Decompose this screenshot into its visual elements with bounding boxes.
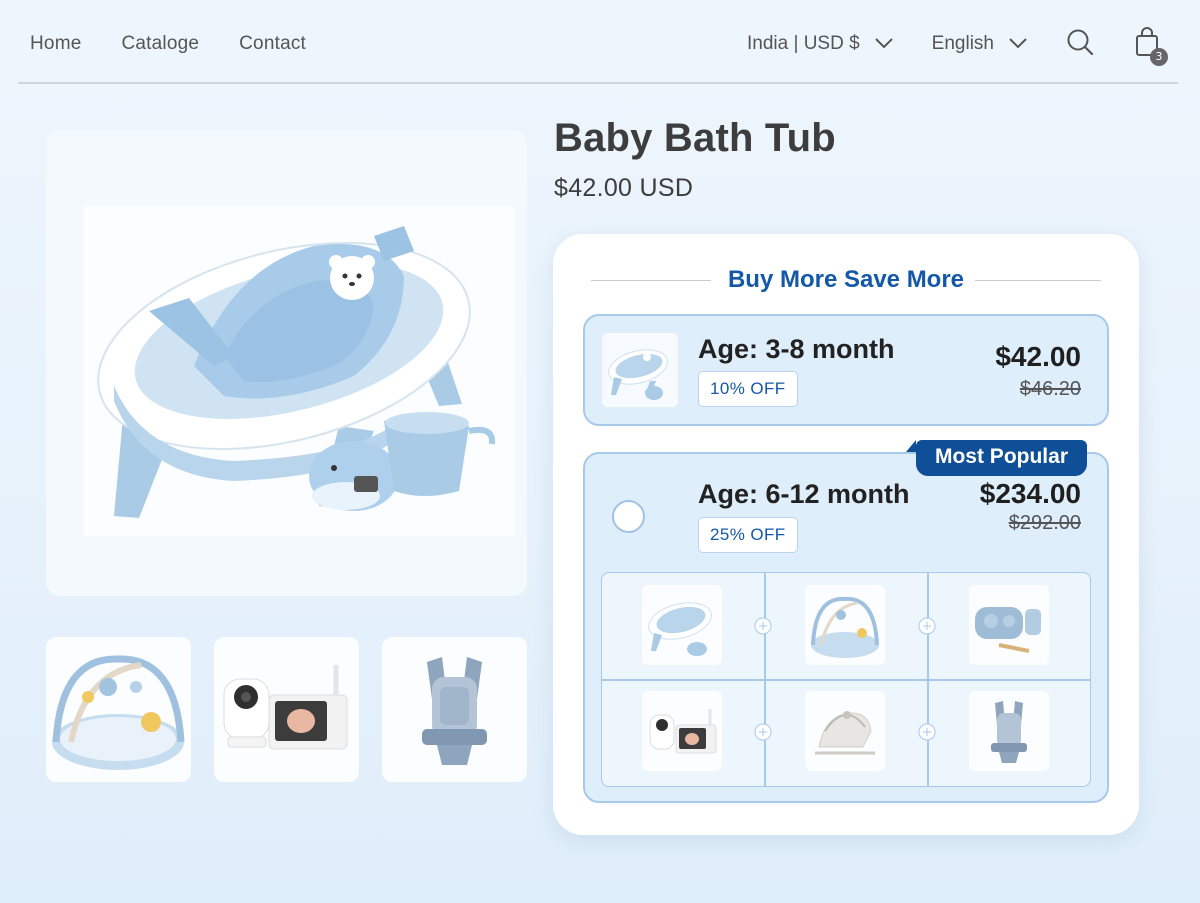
option-label: Age: 3-8 month [698, 334, 895, 364]
thumbnail-baby-carrier[interactable] [382, 637, 527, 782]
baby-bath-tub-image [84, 206, 514, 536]
thumbnail-baby-monitor[interactable] [214, 637, 359, 782]
option-label: Age: 6-12 month [698, 479, 910, 509]
option-original-price: $292.00 [1008, 512, 1081, 534]
language-selector[interactable]: English [932, 33, 1028, 55]
site-header: Home Cataloge Contact India | USD $ Engl… [18, 0, 1178, 84]
option-radio[interactable] [612, 500, 645, 533]
plus-icon [754, 617, 772, 635]
nav-contact-link[interactable]: Contact [239, 33, 306, 55]
bundle-item-bouncer [805, 691, 885, 771]
cart-button[interactable]: 3 [1134, 26, 1168, 66]
discount-badge: 10% OFF [698, 371, 798, 407]
option-price: $234.00 [979, 478, 1081, 509]
chevron-down-icon [1008, 33, 1028, 55]
plus-icon [754, 723, 772, 741]
product-main-image[interactable] [46, 130, 527, 596]
option-thumbnail-bath-tub [602, 333, 678, 407]
nav-home-link[interactable]: Home [30, 33, 81, 55]
bundle-item-play-gym [805, 585, 885, 665]
region-label: India | USD $ [747, 33, 860, 54]
bundle-item-baby-carrier [969, 691, 1049, 771]
main-nav: Home Cataloge Contact [30, 33, 306, 55]
search-icon [1066, 28, 1094, 61]
grid-divider [602, 679, 1090, 681]
most-popular-tag: Most Popular [905, 440, 1087, 476]
bundle-offer-card: Buy More Save More Age: 3-8 month 10% OF… [553, 234, 1139, 835]
option-price: $42.00 [995, 341, 1081, 372]
option-original-price: $46.20 [1019, 378, 1081, 400]
region-selector[interactable]: India | USD $ [747, 33, 894, 55]
bundle-items-grid [601, 572, 1091, 787]
language-label: English [931, 33, 994, 54]
bundle-item-bath-tub [642, 585, 722, 665]
product-price: $42.00 USD [554, 174, 694, 202]
chevron-down-icon [874, 33, 894, 55]
bundle-option-3-8-month[interactable]: Age: 3-8 month 10% OFF $42.00 $46.20 [583, 314, 1109, 426]
header-actions: India | USD $ English 3 [747, 22, 1168, 66]
nav-catalog-link[interactable]: Cataloge [121, 33, 199, 55]
plus-icon [918, 723, 936, 741]
search-button[interactable] [1066, 28, 1094, 61]
bundle-item-video-monitor [642, 691, 722, 771]
bundle-heading-row: Buy More Save More [591, 264, 1101, 296]
bundle-option-6-12-month[interactable]: Most Popular Age: 6-12 month 25% OFF $23… [583, 440, 1109, 803]
discount-badge: 25% OFF [698, 517, 798, 553]
product-title: Baby Bath Tub [554, 116, 836, 160]
cart-count-badge: 3 [1150, 47, 1168, 66]
bundle-item-dinnerware-set [969, 585, 1049, 665]
plus-icon [918, 617, 936, 635]
thumbnail-play-gym[interactable] [46, 637, 191, 782]
bundle-heading: Buy More Save More [727, 266, 965, 293]
